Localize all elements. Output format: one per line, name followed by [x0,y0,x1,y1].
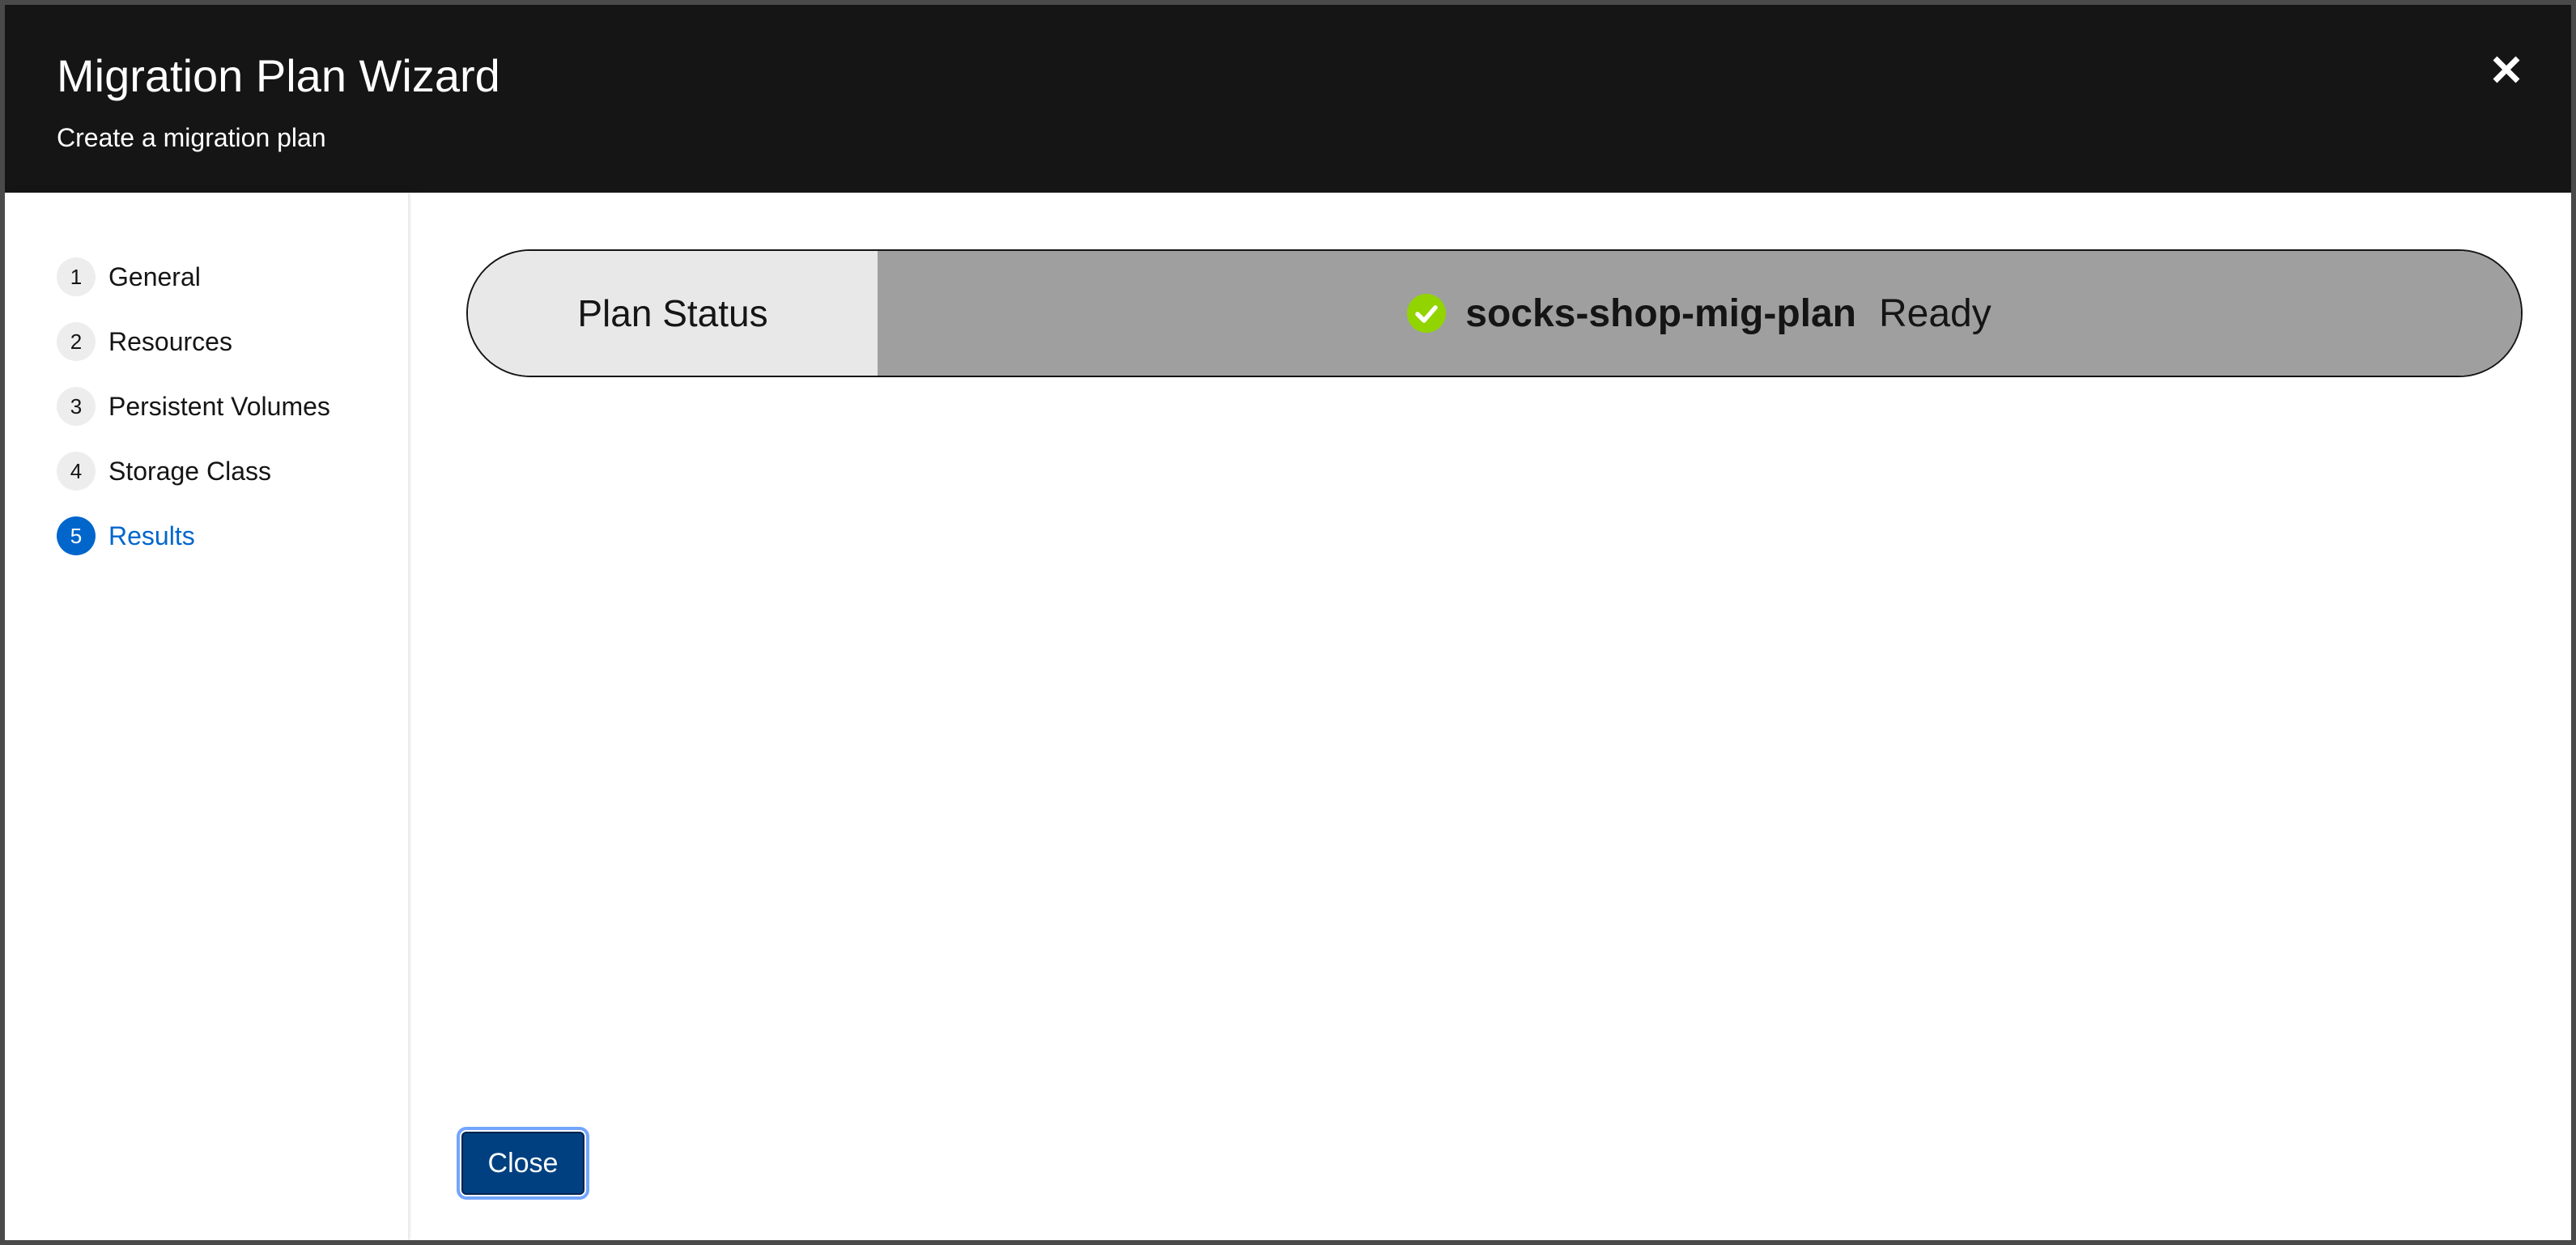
step-label: Results [108,521,195,550]
step-label: Storage Class [108,456,271,486]
wizard-steps: 1 General 2 Resources 3 Persistent Volum… [57,244,330,568]
nav-step-results[interactable]: 5 Results [57,504,330,568]
step-label: Persistent Volumes [108,391,330,421]
plan-name: socks-shop-mig-plan [1465,291,1856,335]
nav-step-resources[interactable]: 2 Resources [57,309,330,374]
step-number: 4 [57,452,96,491]
wizard-body: Plan Status socks-shop-mig-plan Ready Cl… [411,193,2571,1240]
plan-state: Ready [1878,291,1992,335]
step-label: General [108,261,201,291]
nav-step-storage-class[interactable]: 4 Storage Class [57,439,330,504]
step-number: 3 [57,387,96,426]
nav-step-general[interactable]: 1 General [57,244,330,309]
step-label: Resources [108,326,232,356]
step-number: 2 [57,322,96,361]
plan-status-bar: Plan Status socks-shop-mig-plan Ready [466,249,2523,377]
step-number: 5 [57,516,96,555]
check-circle-icon [1407,294,1447,333]
wizard-subtitle: Create a migration plan [57,123,326,152]
plan-status-label: Plan Status [468,251,878,376]
nav-step-persistent-volumes[interactable]: 3 Persistent Volumes [57,374,330,439]
wizard-title: Migration Plan Wizard [57,50,500,101]
close-icon[interactable] [2484,47,2529,92]
plan-status-value: socks-shop-mig-plan Ready [878,251,2521,376]
wizard-header: Migration Plan Wizard Create a migration… [5,5,2571,193]
migration-plan-wizard-modal: Migration Plan Wizard Create a migration… [0,0,2576,1245]
step-number: 1 [57,257,96,296]
close-button[interactable]: Close [457,1127,589,1200]
wizard-nav: 1 General 2 Resources 3 Persistent Volum… [5,193,410,1240]
